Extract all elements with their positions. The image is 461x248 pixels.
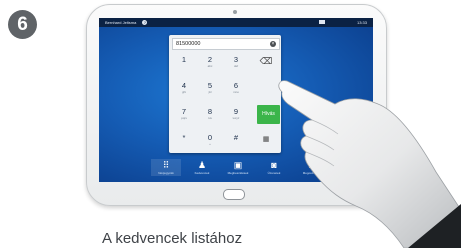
key-4[interactable]: 4 ghi [173,78,195,97]
key-0[interactable]: 0 + [199,130,221,149]
keypad-grid-icon[interactable]: ▦ [255,130,277,149]
camera-dot [233,10,237,14]
touch-screen: Bernhard Jeltsma ? 13:33 81500000 × 1 2a… [99,18,373,182]
call-button[interactable]: Hívás [257,105,280,124]
backspace-icon[interactable]: ⌫ [255,52,277,71]
status-bar: Bernhard Jeltsma ? 13:33 [99,18,373,27]
nav-item-meetings[interactable]: ▣ Megbeszélések [223,159,253,176]
key-3[interactable]: 3 def [225,52,247,71]
instruction-caption: A kedvencek listához [102,230,243,247]
nav-item-share[interactable]: ⇧ Megosztás [295,159,325,176]
clear-icon[interactable]: × [270,41,276,47]
key-hash[interactable]: # [225,130,247,149]
key-7[interactable]: 7 pqrs [173,104,195,123]
key-9[interactable]: 9 wxyz [225,104,247,123]
clock-time: 13:33 [356,20,367,25]
key-star[interactable]: * [173,130,195,149]
calendar-icon: ▣ [233,160,243,170]
help-icon[interactable]: ? [142,20,148,25]
key-2[interactable]: 2 abc [199,52,221,71]
person-icon: ♟ [197,160,207,170]
share-icon: ⇧ [306,160,314,170]
key-1[interactable]: 1 [173,52,195,71]
touch-panel-device: Bernhard Jeltsma ? 13:33 81500000 × 1 2a… [86,4,387,206]
key-6[interactable]: 6 mno [225,78,247,97]
step-badge: 6 [8,10,37,39]
key-8[interactable]: 8 tuv [199,104,221,123]
nav-item-messages[interactable]: ◙ Üzenetek [259,159,289,176]
home-button[interactable] [223,189,245,200]
number-input[interactable]: 81500000 × [172,38,280,50]
bottom-navigation: ⠿ Névjegyzék ♟ Kedvencek ▣ Megbeszélések… [99,159,373,182]
selfview-icon[interactable] [319,20,325,24]
nav-item-directory[interactable]: ⠿ Névjegyzék [151,159,181,176]
keypad-icon: ⠿ [162,160,170,170]
key-5[interactable]: 5 jkl [199,78,221,97]
voicemail-icon: ◙ [271,160,277,170]
user-name[interactable]: Bernhard Jeltsma [105,20,136,25]
nav-item-favorites[interactable]: ♟ Kedvencek [187,159,217,176]
dial-panel: 81500000 × 1 2 abc 3 def ⌫ 4 ghi 5 jkl 6 mno … [169,35,281,153]
number-input-value: 81500000 [176,41,201,47]
